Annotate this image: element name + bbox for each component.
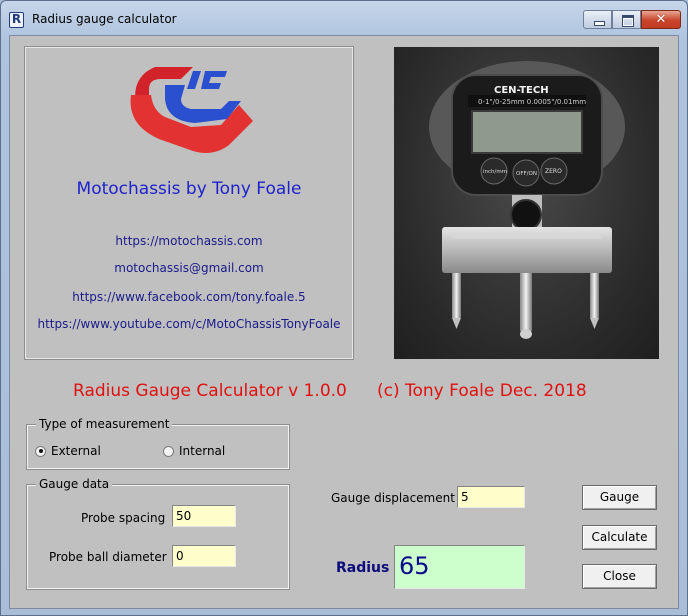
- radio-unselected-icon[interactable]: [163, 445, 174, 457]
- radius-label: Radius: [336, 560, 390, 576]
- gauge-data-legend: Gauge data: [36, 477, 113, 491]
- gauge-brand-text: CEN-TECH: [494, 85, 549, 96]
- measurement-type-group: Type of measurement External Internal: [26, 417, 290, 470]
- brand-name: Motochassis by Tony Foale: [76, 179, 302, 199]
- measurement-type-legend: Type of measurement: [36, 417, 173, 431]
- probe-spacing-label: Probe spacing: [81, 511, 166, 525]
- radio-selected-icon[interactable]: [35, 445, 46, 457]
- website-link[interactable]: https://motochassis.com: [26, 234, 352, 248]
- minimize-button[interactable]: [583, 10, 612, 29]
- motochassis-logo: [130, 67, 253, 153]
- window-close-button[interactable]: ✕: [641, 10, 681, 29]
- maximize-icon: [613, 11, 640, 28]
- probe-spacing-input[interactable]: 50: [172, 505, 236, 527]
- email-link[interactable]: motochassis@gmail.com: [26, 261, 352, 275]
- gauge-photo: 0-1"/0-25mm 0.0005"/0.01mm inch/mm OFF/O…: [394, 47, 659, 359]
- app-title: Radius Gauge Calculator v 1.0.0: [73, 381, 347, 401]
- probe-ball-diameter-input[interactable]: 0: [172, 545, 236, 567]
- youtube-link[interactable]: https://www.youtube.com/c/MotoChassisTon…: [26, 317, 352, 331]
- calculate-button[interactable]: Calculate: [582, 525, 657, 550]
- maximize-button[interactable]: [612, 10, 641, 29]
- title-bar[interactable]: R Radius gauge calculator ✕: [1, 1, 687, 35]
- info-panel: Motochassis by Tony Foale https://motoch…: [24, 46, 354, 360]
- client-area: Motochassis by Tony Foale https://motoch…: [9, 35, 679, 609]
- gauge-displacement-input[interactable]: 5: [457, 486, 525, 508]
- radio-internal[interactable]: Internal: [163, 444, 225, 458]
- close-button[interactable]: Close: [582, 564, 657, 589]
- dial-indicator-image: 0-1"/0-25mm 0.0005"/0.01mm inch/mm OFF/O…: [429, 61, 625, 339]
- radio-internal-label: Internal: [179, 444, 226, 458]
- gauge-data-group: Gauge data: [26, 477, 290, 590]
- gauge-displacement-label: Gauge displacement: [331, 491, 455, 505]
- radius-output: 65: [394, 545, 525, 589]
- inch-mm-button-label: inch/mm: [483, 169, 507, 175]
- copyright-text: (c) Tony Foale Dec. 2018: [377, 381, 587, 401]
- svg-text:0-1"/0-25mm 0.0005"/0.01mm: 0-1"/0-25mm 0.0005"/0.01mm: [478, 98, 586, 106]
- radio-external-label: External: [51, 444, 101, 458]
- gauge-button[interactable]: Gauge: [582, 485, 657, 510]
- window-title: Radius gauge calculator: [32, 12, 177, 26]
- off-on-button-label: OFF/ON: [516, 171, 537, 177]
- radio-external[interactable]: External: [35, 444, 101, 458]
- close-icon: ✕: [655, 12, 667, 27]
- zero-button-label: ZERO: [545, 168, 562, 175]
- facebook-link[interactable]: https://www.facebook.com/tony.foale.5: [26, 290, 352, 304]
- app-window: R Radius gauge calculator ✕ Motochassis …: [0, 0, 688, 616]
- app-r-icon: R: [9, 12, 24, 28]
- probe-ball-diameter-label: Probe ball diameter: [49, 550, 167, 564]
- minimize-icon: [584, 11, 611, 28]
